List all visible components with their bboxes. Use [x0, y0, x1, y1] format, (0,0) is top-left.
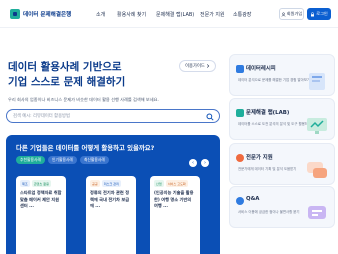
side-card-title: 데이터레시피	[246, 66, 276, 72]
side-card-title: 전문가 지원	[246, 155, 273, 161]
card-title: (인공지능 기술을 활용한) 여행 명소 기반의 여행 ...	[154, 190, 194, 208]
nav-item-intro[interactable]: 소개	[96, 11, 105, 18]
panel-title: 다른 기업들은 데이터를 어떻게 활용하고 있을까요?	[16, 144, 155, 152]
site-header: 데이터 문제해결은행 소개 활용사례 찾기 문제해결 랩(LAB) 전문가 지원…	[0, 0, 338, 28]
side-card-desc: 데이터를 스스로 도전 분석의 분석 및 도구 활용하기	[238, 122, 312, 126]
monitor-illustration-icon	[307, 118, 327, 134]
recipe-book-icon	[236, 65, 244, 73]
signup-button-label: 회원가입	[286, 11, 303, 16]
side-card-title: 문제해결 랩(LAB)	[246, 110, 290, 116]
search-input[interactable]	[13, 113, 203, 120]
prev-arrow-icon[interactable]: ‹	[189, 159, 197, 167]
chevron-right-icon	[206, 64, 210, 68]
case-card[interactable]: 제조 콘텐츠 활용 스타트업 정책자료 취합 맞춤 메이커 제안 지원 센터 .…	[16, 176, 66, 254]
next-arrow-icon[interactable]: ›	[201, 159, 209, 167]
question-bubble-illustration-icon	[308, 206, 326, 219]
tablet-illustration-icon	[309, 73, 325, 90]
nav-item-community[interactable]: 소통광장	[233, 11, 251, 18]
expert-person-icon	[236, 154, 244, 162]
user-icon	[281, 12, 286, 17]
lab-flask-icon	[236, 109, 244, 117]
side-card-desc: 데이터 분석으로 문제를 해결한 기업 경험 알아보기	[238, 78, 310, 82]
login-button[interactable]: 로그인	[307, 8, 331, 20]
problem-lab-card[interactable]: 문제해결 랩(LAB) 데이터를 스스로 도전 분석의 분석 및 도구 활용하기	[229, 98, 335, 140]
hero-title: 데이터 활용사례 기반으로 기업 스스로 문제 해결하기	[8, 60, 125, 90]
card-type-badge: 서비스 고도화	[165, 180, 188, 187]
search-bar	[6, 109, 220, 123]
signup-button[interactable]: 회원가입	[279, 8, 304, 20]
guide-button-label: 이용가이드	[185, 64, 205, 69]
nav-item-expert[interactable]: 전문가 지원	[200, 11, 225, 18]
hero-title-line-1: 데이터 활용사례 기반으로	[8, 61, 122, 73]
card-title: 정류의 전기차 관련 정책에 국내 전기차 보급에 ...	[90, 190, 130, 208]
card-title: 스타트업 정책자료 취합 맞춤 메이커 제안 지원 센터 ...	[20, 190, 62, 208]
side-card-desc: 서비스 이용에 궁금한 점이나 불편사항 묻기	[238, 210, 300, 214]
data-recipe-card[interactable]: 데이터레시피 데이터 분석으로 문제를 해결한 기업 경험 알아보기	[229, 54, 335, 96]
guide-button[interactable]: 이용가이드	[179, 60, 216, 72]
card-category-badge: 산업	[154, 180, 164, 187]
case-card[interactable]: 산업 서비스 고도화 (인공지능 기술을 활용한) 여행 명소 기반의 여행 .…	[150, 176, 200, 254]
side-card-title: Q&A	[246, 196, 260, 202]
tab-recommended[interactable]: 추천활용사례	[16, 156, 45, 164]
nav-item-lab[interactable]: 문제해결 랩(LAB)	[156, 11, 194, 18]
side-card-desc: 전문가에게 데이터 기획 및 분석 도움받기	[238, 167, 297, 171]
card-category-badge: 제조	[20, 180, 30, 187]
search-icon[interactable]	[206, 113, 214, 121]
lock-icon	[311, 11, 315, 16]
hero-description: 우리 회사의 업종이나 비즈니스 문제가 비슷한 데이터 활용 선행 사례를 검…	[8, 97, 159, 102]
case-filter-tabs: 추천활용사례 인기활용사례 최신활용사례	[16, 156, 109, 164]
tab-popular[interactable]: 인기활용사례	[47, 156, 77, 164]
login-button-label: 로그인	[316, 11, 328, 16]
qna-card[interactable]: Q&A 서비스 이용에 궁금한 점이나 불편사항 묻기	[229, 186, 335, 228]
case-card[interactable]: 공공 리스크 관리 정류의 전기차 관련 정책에 국내 전기차 보급에 ...	[86, 176, 136, 254]
card-type-badge: 리스크 관리	[101, 180, 121, 187]
nav-item-find-cases[interactable]: 활용사례 찾기	[117, 11, 146, 18]
chat-bubble-illustration-icon	[307, 162, 327, 178]
tab-latest[interactable]: 최신활용사례	[79, 156, 109, 164]
card-category-badge: 공공	[90, 180, 100, 187]
hero-title-line-2: 기업 스스로 문제 해결하기	[8, 76, 126, 88]
expert-support-card[interactable]: 전문가 지원 전문가에게 데이터 기획 및 분석 도움받기	[229, 143, 335, 185]
question-icon	[236, 197, 244, 205]
card-type-badge: 콘텐츠 활용	[31, 180, 51, 187]
